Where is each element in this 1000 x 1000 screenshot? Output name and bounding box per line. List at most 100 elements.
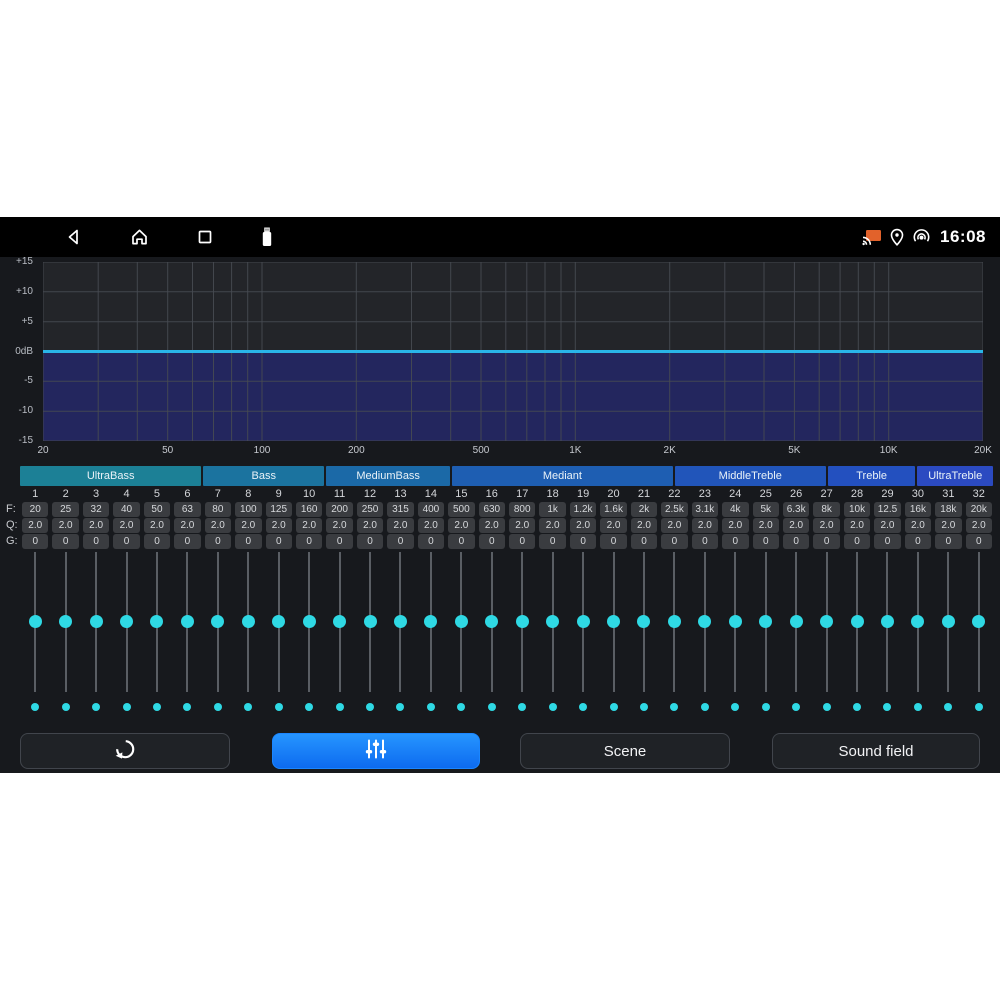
frequency-value[interactable]: 12.5 — [874, 502, 900, 517]
gain-value[interactable]: 0 — [266, 534, 292, 549]
gain-slider[interactable] — [933, 552, 963, 692]
q-value[interactable]: 2.0 — [266, 518, 292, 533]
frequency-value[interactable]: 3.1k — [692, 502, 718, 517]
slider-knob[interactable] — [211, 615, 224, 628]
gain-value[interactable]: 0 — [387, 534, 413, 549]
frequency-value[interactable]: 2k — [631, 502, 657, 517]
band-segment[interactable]: Mediant — [452, 466, 673, 486]
reset-button[interactable] — [20, 733, 230, 769]
slider-knob[interactable] — [424, 615, 437, 628]
frequency-value[interactable]: 4k — [722, 502, 748, 517]
frequency-value[interactable]: 250 — [357, 502, 383, 517]
gain-value[interactable]: 0 — [631, 534, 657, 549]
gain-slider[interactable] — [172, 552, 202, 692]
slider-knob[interactable] — [942, 615, 955, 628]
q-value[interactable]: 2.0 — [509, 518, 535, 533]
q-value[interactable]: 2.0 — [905, 518, 931, 533]
slider-knob[interactable] — [333, 615, 346, 628]
gain-value[interactable]: 0 — [966, 534, 992, 549]
frequency-value[interactable]: 20k — [966, 502, 992, 517]
gain-slider[interactable] — [720, 552, 750, 692]
slider-knob[interactable] — [303, 615, 316, 628]
gain-slider[interactable] — [294, 552, 324, 692]
slider-knob[interactable] — [242, 615, 255, 628]
gain-value[interactable]: 0 — [813, 534, 839, 549]
gain-value[interactable]: 0 — [326, 534, 352, 549]
frequency-value[interactable]: 500 — [448, 502, 474, 517]
frequency-value[interactable]: 800 — [509, 502, 535, 517]
gain-value[interactable]: 0 — [570, 534, 596, 549]
gain-value[interactable]: 0 — [874, 534, 900, 549]
gain-slider[interactable] — [568, 552, 598, 692]
slider-knob[interactable] — [120, 615, 133, 628]
slider-knob[interactable] — [790, 615, 803, 628]
q-value[interactable]: 2.0 — [326, 518, 352, 533]
gain-slider[interactable] — [111, 552, 141, 692]
q-value[interactable]: 2.0 — [539, 518, 565, 533]
q-value[interactable]: 2.0 — [448, 518, 474, 533]
gain-value[interactable]: 0 — [174, 534, 200, 549]
slider-knob[interactable] — [881, 615, 894, 628]
frequency-value[interactable]: 400 — [418, 502, 444, 517]
gain-slider[interactable] — [598, 552, 628, 692]
slider-knob[interactable] — [577, 615, 590, 628]
q-value[interactable]: 2.0 — [22, 518, 48, 533]
frequency-value[interactable]: 2.5k — [661, 502, 687, 517]
gain-value[interactable]: 0 — [905, 534, 931, 549]
frequency-value[interactable]: 25 — [52, 502, 78, 517]
band-segment[interactable]: Bass — [203, 466, 324, 486]
frequency-value[interactable]: 40 — [113, 502, 139, 517]
band-segment[interactable]: UltraTreble — [917, 466, 993, 486]
q-value[interactable]: 2.0 — [813, 518, 839, 533]
q-value[interactable]: 2.0 — [966, 518, 992, 533]
q-value[interactable]: 2.0 — [174, 518, 200, 533]
slider-knob[interactable] — [820, 615, 833, 628]
slider-knob[interactable] — [59, 615, 72, 628]
slider-knob[interactable] — [729, 615, 742, 628]
slider-knob[interactable] — [516, 615, 529, 628]
gain-value[interactable]: 0 — [722, 534, 748, 549]
q-value[interactable]: 2.0 — [479, 518, 505, 533]
slider-knob[interactable] — [911, 615, 924, 628]
gain-value[interactable]: 0 — [235, 534, 261, 549]
gain-value[interactable]: 0 — [844, 534, 870, 549]
q-value[interactable]: 2.0 — [113, 518, 139, 533]
q-value[interactable]: 2.0 — [753, 518, 779, 533]
gain-value[interactable]: 0 — [539, 534, 565, 549]
gain-value[interactable]: 0 — [144, 534, 170, 549]
gain-value[interactable]: 0 — [935, 534, 961, 549]
q-value[interactable]: 2.0 — [144, 518, 170, 533]
gain-slider[interactable] — [50, 552, 80, 692]
gain-slider[interactable] — [81, 552, 111, 692]
frequency-value[interactable]: 1.2k — [570, 502, 596, 517]
recents-icon[interactable] — [195, 227, 215, 247]
gain-slider[interactable] — [537, 552, 567, 692]
gain-slider[interactable] — [903, 552, 933, 692]
band-segment[interactable]: Treble — [828, 466, 916, 486]
slider-knob[interactable] — [637, 615, 650, 628]
gain-value[interactable]: 0 — [418, 534, 444, 549]
gain-slider[interactable] — [446, 552, 476, 692]
scene-button[interactable]: Scene — [520, 733, 730, 769]
gain-value[interactable]: 0 — [661, 534, 687, 549]
frequency-value[interactable]: 1.6k — [600, 502, 626, 517]
frequency-value[interactable]: 1k — [539, 502, 565, 517]
slider-knob[interactable] — [972, 615, 985, 628]
q-value[interactable]: 2.0 — [296, 518, 322, 533]
frequency-value[interactable]: 16k — [905, 502, 931, 517]
band-segment[interactable]: MiddleTreble — [675, 466, 826, 486]
gain-value[interactable]: 0 — [600, 534, 626, 549]
home-icon[interactable] — [129, 227, 150, 247]
frequency-value[interactable]: 80 — [205, 502, 231, 517]
gain-value[interactable]: 0 — [753, 534, 779, 549]
slider-knob[interactable] — [90, 615, 103, 628]
frequency-value[interactable]: 200 — [326, 502, 352, 517]
frequency-value[interactable]: 20 — [22, 502, 48, 517]
gain-slider[interactable] — [964, 552, 994, 692]
frequency-value[interactable]: 125 — [266, 502, 292, 517]
frequency-value[interactable]: 5k — [753, 502, 779, 517]
q-value[interactable]: 2.0 — [692, 518, 718, 533]
gain-slider[interactable] — [659, 552, 689, 692]
q-value[interactable]: 2.0 — [600, 518, 626, 533]
band-segment[interactable]: MediumBass — [326, 466, 450, 486]
